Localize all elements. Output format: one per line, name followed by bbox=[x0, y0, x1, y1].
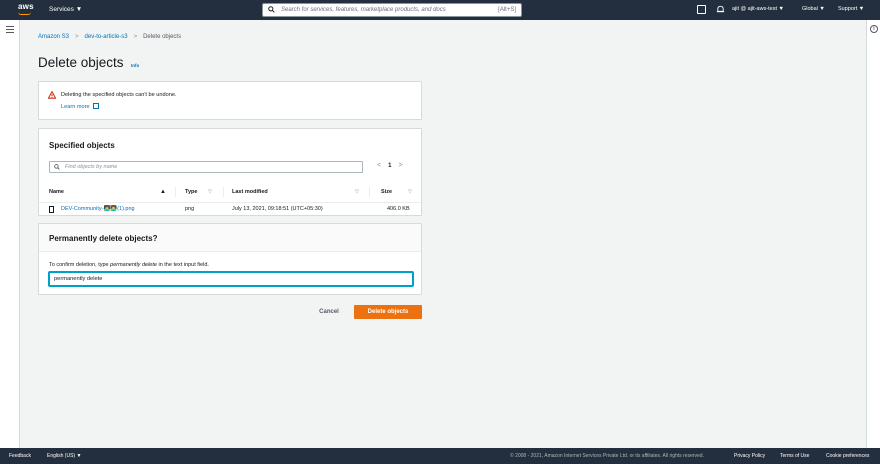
privacy-link[interactable]: Privacy Policy bbox=[734, 453, 765, 459]
specified-objects-panel: Specified objects Find objects by name <… bbox=[38, 128, 422, 216]
search-icon bbox=[54, 164, 60, 170]
file-icon bbox=[49, 206, 54, 213]
breadcrumb-amazon-s3[interactable]: Amazon S3 bbox=[38, 34, 69, 40]
column-name[interactable]: Name bbox=[49, 189, 64, 195]
breadcrumb-bucket[interactable]: dev-to-article-s3 bbox=[85, 34, 128, 40]
pagination: <1 > bbox=[377, 162, 403, 169]
table-header: Name ▲ Type ▽ Last modified ▽ Size ▽ bbox=[39, 181, 421, 203]
info-icon[interactable]: i bbox=[870, 25, 878, 33]
terms-link[interactable]: Terms of Use bbox=[780, 453, 809, 459]
top-navigation: aws Services ▼ Search for services, feat… bbox=[0, 0, 880, 20]
learn-more-label: Learn more bbox=[61, 104, 90, 110]
confirm-delete-input[interactable]: permanently delete bbox=[49, 272, 413, 286]
permanently-delete-panel: Permanently delete objects? To confirm d… bbox=[38, 223, 422, 295]
next-page-button[interactable]: > bbox=[398, 162, 402, 169]
panel-title: Specified objects bbox=[49, 141, 115, 150]
file-name-link[interactable]: DEV-Community-👩‍💻👨‍💻(1).png bbox=[61, 206, 135, 212]
search-icon bbox=[268, 6, 275, 13]
page-title: Delete objects bbox=[38, 55, 124, 70]
search-input[interactable]: Search for services, features, marketpla… bbox=[262, 3, 522, 17]
footer: Feedback English (US) ▼ © 2008 - 2021, A… bbox=[0, 448, 880, 464]
breadcrumb-current: Delete objects bbox=[143, 34, 182, 40]
learn-more-link[interactable]: Learn more bbox=[61, 103, 99, 110]
search-placeholder: Search for services, features, marketpla… bbox=[281, 7, 446, 13]
aws-logo[interactable]: aws bbox=[18, 2, 34, 11]
breadcrumb: Amazon S3 > dev-to-article-s3 > Delete objec… bbox=[38, 34, 181, 40]
file-size: 406.0 KB bbox=[387, 206, 410, 212]
panel-header: Permanently delete objects? bbox=[39, 224, 421, 252]
prev-page-button[interactable]: < bbox=[377, 162, 381, 169]
breadcrumb-separator: > bbox=[133, 34, 138, 40]
column-divider bbox=[369, 187, 370, 197]
search-shortcut: [Alt+S] bbox=[498, 7, 516, 13]
services-menu[interactable]: Services ▼ bbox=[49, 6, 82, 13]
sort-icon[interactable]: ▲ bbox=[160, 189, 166, 195]
hint-emphasis: permanently delete bbox=[110, 262, 157, 268]
info-link[interactable]: Info bbox=[131, 63, 139, 68]
left-rail bbox=[0, 20, 20, 448]
column-divider bbox=[223, 187, 224, 197]
sort-icon[interactable]: ▽ bbox=[408, 189, 412, 195]
cookie-preferences-link[interactable]: Cookie preferences bbox=[826, 453, 869, 459]
language-selector[interactable]: English (US) ▼ bbox=[47, 453, 81, 459]
menu-icon[interactable] bbox=[6, 26, 14, 33]
table-row: DEV-Community-👩‍💻👨‍💻(1).png png July 13,… bbox=[39, 203, 421, 217]
external-link-icon bbox=[92, 103, 99, 109]
panel-title: Permanently delete objects? bbox=[49, 234, 158, 243]
delete-objects-button[interactable]: Delete objects bbox=[354, 305, 422, 319]
column-type[interactable]: Type bbox=[185, 189, 197, 195]
file-type: png bbox=[185, 206, 195, 212]
bell-icon[interactable] bbox=[716, 5, 725, 14]
copyright-text: © 2008 - 2021, Amazon Internet Services … bbox=[510, 453, 704, 459]
warning-icon bbox=[48, 91, 56, 99]
find-objects-placeholder: Find objects by name bbox=[65, 164, 118, 170]
sort-icon[interactable]: ▽ bbox=[208, 189, 212, 195]
support-menu[interactable]: Support ▼ bbox=[838, 6, 864, 12]
cloudshell-icon[interactable] bbox=[697, 5, 706, 14]
page-number[interactable]: 1 bbox=[388, 163, 391, 169]
region-menu[interactable]: Global ▼ bbox=[802, 6, 825, 12]
right-rail: i bbox=[866, 20, 880, 448]
alert-message: Deleting the specified objects can't be … bbox=[61, 92, 177, 98]
file-last-modified: July 13, 2021, 09:18:51 (UTC+05:30) bbox=[232, 206, 323, 212]
warning-alert: Deleting the specified objects can't be … bbox=[38, 81, 422, 120]
hint-suffix: in the text input field. bbox=[156, 262, 209, 268]
hint-prefix: To confirm deletion, type bbox=[49, 262, 111, 268]
column-size[interactable]: Size bbox=[381, 189, 392, 195]
confirm-hint: To confirm deletion, type permanently de… bbox=[49, 262, 209, 268]
aws-logo-smile bbox=[18, 12, 31, 15]
sort-icon[interactable]: ▽ bbox=[355, 189, 359, 195]
feedback-link[interactable]: Feedback bbox=[9, 453, 31, 459]
find-objects-input[interactable]: Find objects by name bbox=[49, 161, 363, 173]
column-last-modified[interactable]: Last modified bbox=[232, 189, 268, 195]
breadcrumb-separator: > bbox=[75, 34, 79, 40]
cancel-button[interactable]: Cancel bbox=[311, 305, 347, 319]
account-menu[interactable]: ajit @ ajit-aws-test ▼ bbox=[732, 6, 784, 12]
column-divider bbox=[175, 187, 176, 197]
